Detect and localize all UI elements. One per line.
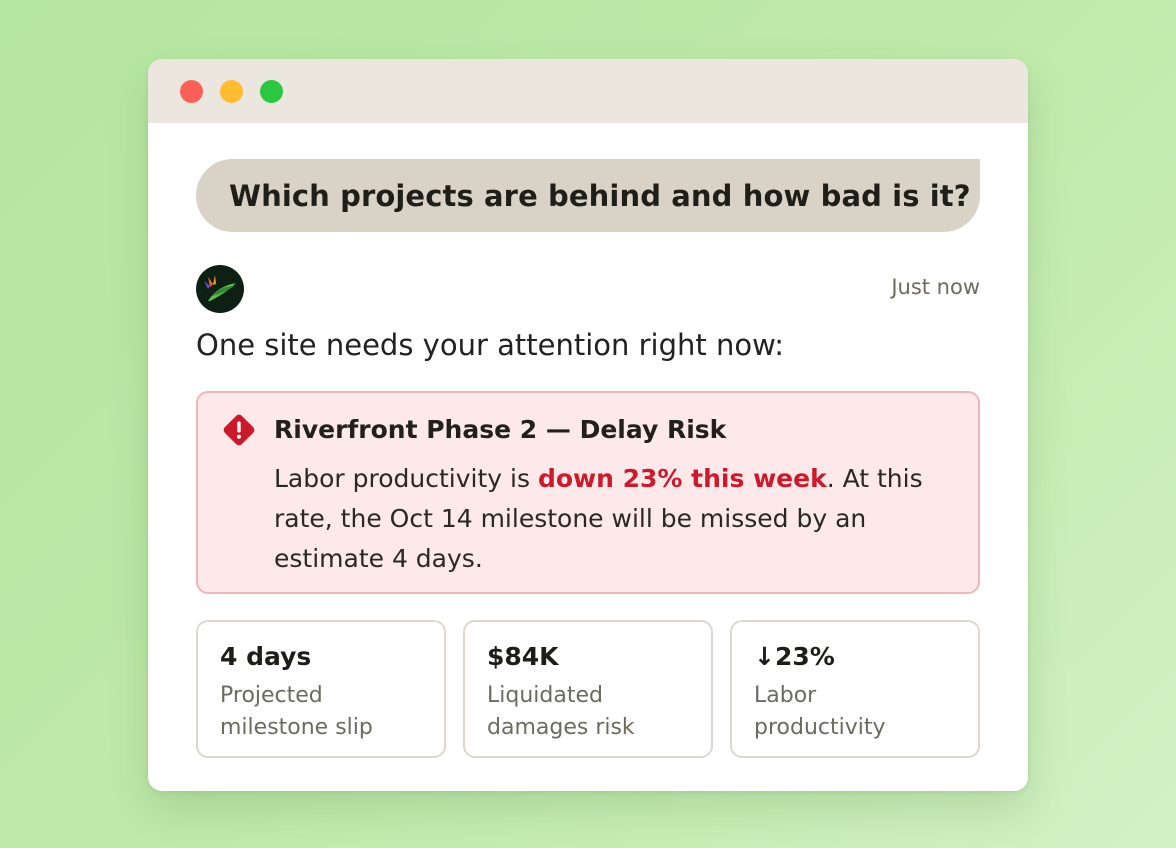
stat-value: 4 days [220, 642, 312, 671]
stat-card-milestone-slip: 4 days Projected milestone slip [196, 620, 446, 758]
delay-risk-alert-card: Riverfront Phase 2 — Delay Risk Labor pr… [196, 391, 980, 594]
stat-value: ↓23% [754, 642, 835, 671]
user-message-text: Which projects are behind and how bad is… [229, 178, 971, 213]
bird-of-paradise-logo-icon [204, 275, 236, 301]
stat-card-damages-risk: $84K Liquidated damages risk [463, 620, 713, 758]
stat-label: Labor productivity [754, 683, 886, 740]
stat-value: $84K [487, 642, 559, 671]
stats-row: 4 days Projected milestone slip $84K Liq… [196, 620, 980, 758]
maximize-window-button[interactable] [260, 80, 283, 103]
stat-card-labor-productivity: ↓23% Labor productivity [730, 620, 980, 758]
chat-window: Which projects are behind and how bad is… [148, 59, 1028, 791]
message-timestamp: Just now [891, 275, 980, 299]
user-message-bubble: Which projects are behind and how bad is… [196, 159, 980, 232]
alert-title: Riverfront Phase 2 — Delay Risk [274, 415, 727, 444]
title-bar [148, 59, 1028, 123]
minimize-window-button[interactable] [220, 80, 243, 103]
assistant-lead-text: One site needs your attention right now: [196, 328, 784, 362]
stat-label: Projected milestone slip [220, 683, 373, 740]
warning-diamond-icon [223, 414, 255, 446]
assistant-avatar [196, 265, 244, 313]
alert-body: Labor productivity is down 23% this week… [274, 459, 964, 579]
close-window-button[interactable] [180, 80, 203, 103]
stat-label: Liquidated damages risk [487, 683, 635, 740]
alert-body-prefix: Labor productivity is [274, 464, 538, 493]
alert-body-highlight: down 23% this week [537, 464, 827, 493]
